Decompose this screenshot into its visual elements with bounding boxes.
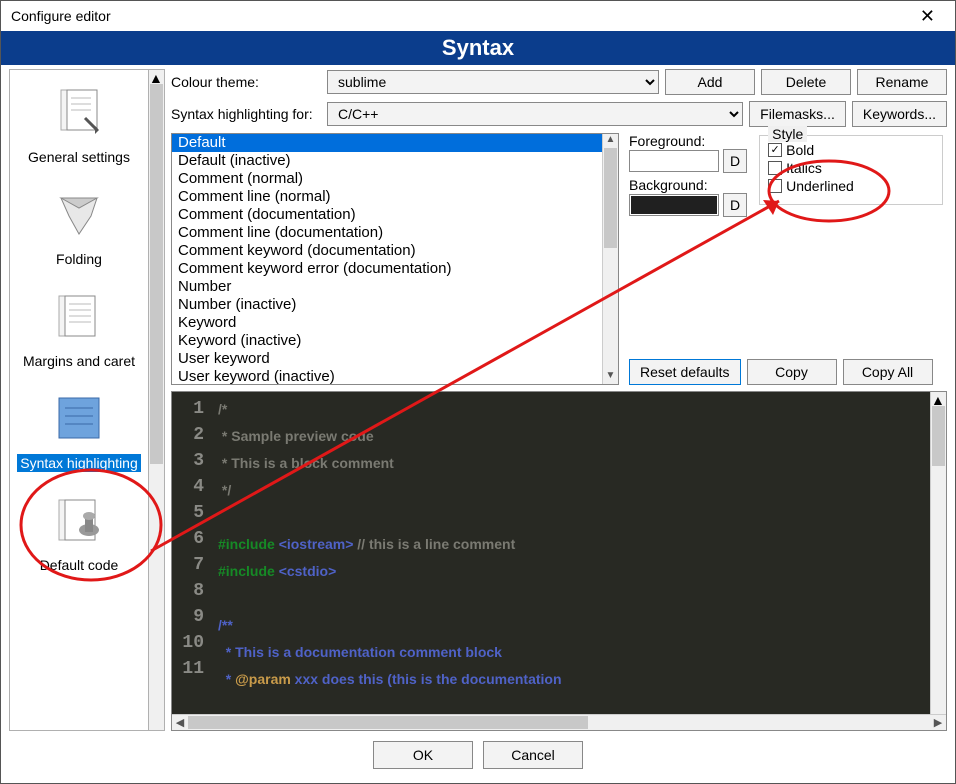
foreground-swatch[interactable] bbox=[629, 150, 719, 172]
style-list-item[interactable]: Comment (documentation) bbox=[172, 206, 602, 224]
delete-button[interactable]: Delete bbox=[761, 69, 851, 95]
listbox-scrollbar[interactable]: ▲ ▼ bbox=[602, 134, 618, 384]
sidebar-item-default-code[interactable]: Default code bbox=[10, 482, 148, 584]
style-listbox[interactable]: DefaultDefault (inactive)Comment (normal… bbox=[171, 133, 619, 385]
keywords-button[interactable]: Keywords... bbox=[852, 101, 947, 127]
style-list-item[interactable]: Keyword bbox=[172, 314, 602, 332]
page-banner: Syntax bbox=[1, 31, 955, 65]
sidebar-item-label: Margins and caret bbox=[20, 352, 138, 370]
background-swatch[interactable] bbox=[629, 194, 719, 216]
sidebar-item-label: Folding bbox=[53, 250, 105, 268]
titlebar: Configure editor ✕ bbox=[1, 1, 955, 31]
sidebar-icon bbox=[44, 386, 114, 450]
style-list-item[interactable]: Default bbox=[172, 134, 602, 152]
underlined-label: Underlined bbox=[786, 178, 854, 194]
style-group: Style ✓ Bold Italics bbox=[759, 135, 943, 205]
copy-all-button[interactable]: Copy All bbox=[843, 359, 933, 385]
style-list-item[interactable]: Keyword (inactive) bbox=[172, 332, 602, 350]
colour-theme-label: Colour theme: bbox=[171, 74, 321, 90]
sidebar-icon bbox=[44, 284, 114, 348]
italics-label: Italics bbox=[786, 160, 822, 176]
sidebar-icon bbox=[44, 488, 114, 552]
background-default-button[interactable]: D bbox=[723, 193, 747, 217]
cancel-button[interactable]: Cancel bbox=[483, 741, 583, 769]
preview-gutter: 1234567891011 bbox=[172, 392, 210, 714]
sidebar-item-label: Syntax highlighting bbox=[17, 454, 141, 472]
style-list-item[interactable]: User keyword (inactive) bbox=[172, 368, 602, 384]
style-list-item[interactable]: Comment keyword error (documentation) bbox=[172, 260, 602, 278]
window-title: Configure editor bbox=[11, 8, 111, 24]
syntax-for-label: Syntax highlighting for: bbox=[171, 106, 321, 122]
filemasks-button[interactable]: Filemasks... bbox=[749, 101, 846, 127]
preview-hscrollbar[interactable]: ◀ ▶ bbox=[172, 714, 946, 730]
sidebar-scrollbar[interactable]: ▲ ▼ bbox=[149, 69, 165, 731]
background-label: Background: bbox=[629, 177, 747, 193]
preview-vscrollbar[interactable]: ▲ ▼ bbox=[930, 392, 946, 714]
style-list-item[interactable]: Number (inactive) bbox=[172, 296, 602, 314]
sidebar-item-folding[interactable]: Folding bbox=[10, 176, 148, 278]
bold-label: Bold bbox=[786, 142, 814, 158]
foreground-default-button[interactable]: D bbox=[723, 149, 747, 173]
style-group-label: Style bbox=[768, 126, 807, 142]
style-list-item[interactable]: User keyword bbox=[172, 350, 602, 368]
sidebar-item-label: General settings bbox=[25, 148, 133, 166]
style-list-item[interactable]: Comment keyword (documentation) bbox=[172, 242, 602, 260]
ok-button[interactable]: OK bbox=[373, 741, 473, 769]
preview-editor: 1234567891011 /* * Sample preview code *… bbox=[171, 391, 947, 731]
colour-theme-select[interactable]: sublime bbox=[327, 70, 659, 94]
italics-checkbox[interactable]: Italics bbox=[768, 160, 934, 176]
foreground-label: Foreground: bbox=[629, 133, 747, 149]
rename-button[interactable]: Rename bbox=[857, 69, 947, 95]
sidebar-icon bbox=[44, 80, 114, 144]
style-list-item[interactable]: Number bbox=[172, 278, 602, 296]
preview-code: /* * Sample preview code * This is a blo… bbox=[210, 392, 930, 714]
category-sidebar: General settings Folding Margins and caret… bbox=[9, 69, 149, 731]
close-icon[interactable]: ✕ bbox=[910, 4, 945, 29]
sidebar-item-margins-and-caret[interactable]: Margins and caret bbox=[10, 278, 148, 380]
style-list-item[interactable]: Comment line (documentation) bbox=[172, 224, 602, 242]
syntax-language-select[interactable]: C/C++ bbox=[327, 102, 743, 126]
sidebar-item-syntax-highlighting[interactable]: Syntax highlighting bbox=[10, 380, 148, 482]
style-list-item[interactable]: Default (inactive) bbox=[172, 152, 602, 170]
style-list-item[interactable]: Comment (normal) bbox=[172, 170, 602, 188]
style-list-item[interactable]: Comment line (normal) bbox=[172, 188, 602, 206]
underlined-checkbox[interactable]: Underlined bbox=[768, 178, 934, 194]
sidebar-item-label: Default code bbox=[37, 556, 122, 574]
bold-checkbox[interactable]: ✓ Bold bbox=[768, 142, 934, 158]
add-button[interactable]: Add bbox=[665, 69, 755, 95]
sidebar-item-general-settings[interactable]: General settings bbox=[10, 74, 148, 176]
copy-button[interactable]: Copy bbox=[747, 359, 837, 385]
sidebar-icon bbox=[44, 182, 114, 246]
reset-defaults-button[interactable]: Reset defaults bbox=[629, 359, 741, 385]
